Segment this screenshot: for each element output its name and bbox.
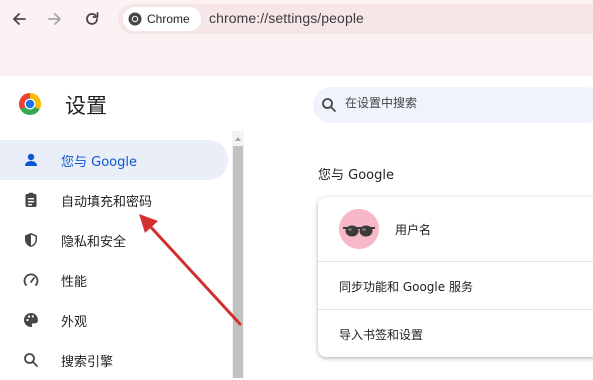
sidebar-item-label: 外观 <box>61 314 88 330</box>
scrollbar-thumb[interactable] <box>233 146 243 378</box>
chrome-icon <box>128 12 142 26</box>
sidebar-item-you-and-google[interactable]: 您与 Google <box>0 140 228 180</box>
sidebar-item-performance[interactable]: 性能 <box>0 260 228 300</box>
sidebar-item-search-engine[interactable]: 搜索引擎 <box>0 340 228 380</box>
sidebar-item-privacy[interactable]: 隐私和安全 <box>0 220 228 260</box>
chip-label: Chrome <box>147 12 190 26</box>
forward-button[interactable] <box>43 7 67 31</box>
sync-services-row[interactable]: 同步功能和 Google 服务 <box>318 261 593 310</box>
sidebar-item-label: 隐私和安全 <box>61 234 127 250</box>
scroll-up-arrow-icon[interactable] <box>235 137 241 141</box>
back-button[interactable] <box>7 7 31 31</box>
shield-icon <box>22 231 40 249</box>
address-bar[interactable]: Chrome chrome://settings/people <box>118 4 593 34</box>
palette-icon <box>22 311 40 329</box>
person-icon <box>22 151 40 169</box>
profile-row[interactable]: 用户名 <box>318 197 593 261</box>
people-card: 用户名 同步功能和 Google 服务 导入书签和设置 <box>318 197 593 357</box>
search-icon <box>22 351 40 369</box>
import-bookmarks-row[interactable]: 导入书签和设置 <box>318 309 593 357</box>
sidebar-item-label: 搜索引擎 <box>61 354 114 370</box>
clipboard-icon <box>22 191 40 209</box>
gauge-icon <box>22 271 40 289</box>
sunglasses-icon <box>339 209 379 249</box>
sync-services-label: 同步功能和 Google 服务 <box>339 280 473 294</box>
site-info-chip[interactable]: Chrome <box>123 7 201 31</box>
sidebar-item-appearance[interactable]: 外观 <box>0 300 228 340</box>
arrow-right-icon <box>48 13 61 25</box>
section-title: 您与 Google <box>318 168 394 183</box>
browser-toolbar: Chrome chrome://settings/people <box>0 0 593 76</box>
sidebar-item-label: 自动填充和密码 <box>61 194 153 210</box>
chrome-logo-icon <box>18 92 42 116</box>
sidebar-item-label: 您与 Google <box>61 154 137 170</box>
settings-sidebar: 您与 Google 自动填充和密码 隐私和安全 性能 外观 搜索引擎 <box>0 140 230 378</box>
reload-icon <box>86 12 99 25</box>
arrow-left-icon <box>13 13 26 25</box>
reload-button[interactable] <box>80 7 104 31</box>
sidebar-item-label: 性能 <box>61 274 88 290</box>
search-icon <box>321 97 337 113</box>
url-text[interactable]: chrome://settings/people <box>209 10 364 26</box>
avatar <box>339 209 379 249</box>
settings-search[interactable] <box>313 87 593 123</box>
page-title: 设置 <box>65 94 107 118</box>
search-input[interactable] <box>345 96 585 110</box>
sidebar-scrollbar[interactable] <box>232 131 244 378</box>
username: 用户名 <box>395 223 432 237</box>
sidebar-item-autofill[interactable]: 自动填充和密码 <box>0 180 228 220</box>
import-bookmarks-label: 导入书签和设置 <box>339 328 424 342</box>
